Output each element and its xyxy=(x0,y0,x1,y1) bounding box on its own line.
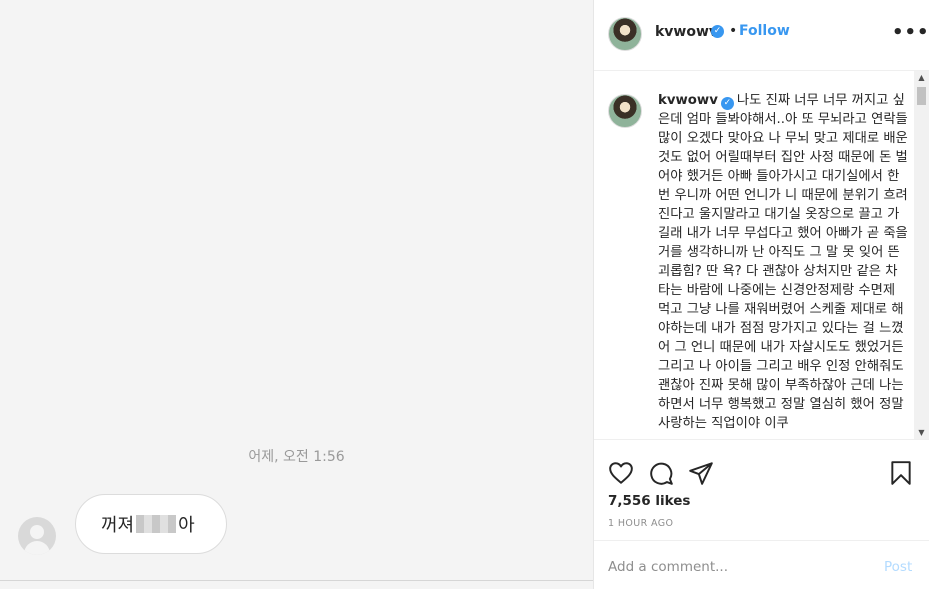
caption-username[interactable]: kvwowv xyxy=(658,93,718,108)
scroll-thumb[interactable] xyxy=(917,87,926,105)
post-comment-button[interactable]: Post xyxy=(884,559,912,575)
post-sidebar: kvwowv ✓ • Follow ••• kvwowv ✓ 나도 진짜 너무 너무… xyxy=(594,0,929,589)
scroll-down-arrow-icon[interactable]: ▼ xyxy=(914,428,929,437)
separator-dot: • xyxy=(729,23,738,39)
blurred-name xyxy=(136,515,177,533)
caption-avatar[interactable] xyxy=(608,94,642,128)
follow-button[interactable]: Follow xyxy=(739,23,790,39)
caption-section: kvwowv ✓ 나도 진짜 너무 너무 꺼지고 싶은데 엄마 들봐야해서..아 또… xyxy=(594,71,929,439)
message-bubble: 꺼져 아 xyxy=(75,494,227,554)
message-timestamp: 어제, 오전 1:56 xyxy=(248,449,345,465)
caption-body: 나도 진짜 너무 너무 꺼지고 싶은데 엄마 들봐야해서..아 또 무뇌라고 연… xyxy=(658,93,908,431)
bookmark-icon[interactable] xyxy=(888,460,914,486)
like-count[interactable]: 7,556 likes xyxy=(608,493,690,509)
message-text-end: 아 xyxy=(178,515,195,536)
comment-input[interactable] xyxy=(608,556,868,578)
divider-line xyxy=(0,580,593,581)
message-text-start: 꺼져 xyxy=(101,515,135,536)
sender-avatar xyxy=(18,517,56,555)
scroll-up-arrow-icon[interactable]: ▲ xyxy=(914,73,929,82)
verified-badge-icon: ✓ xyxy=(711,25,724,38)
caption-verified-badge-icon: ✓ xyxy=(720,97,734,110)
post-header: kvwowv ✓ • Follow ••• xyxy=(594,0,929,71)
more-options-icon[interactable]: ••• xyxy=(892,22,929,43)
profile-avatar[interactable] xyxy=(608,17,642,51)
post-time[interactable]: 1 HOUR AGO xyxy=(608,518,673,529)
post-actions: 7,556 likes 1 HOUR AGO Post xyxy=(594,439,929,590)
share-icon[interactable] xyxy=(688,460,714,486)
dm-screenshot-panel: 어제, 오전 1:56 꺼져 아 xyxy=(0,0,593,589)
heart-icon[interactable] xyxy=(608,460,634,486)
comment-icon[interactable] xyxy=(648,460,674,486)
caption-scrollbar[interactable]: ▲ ▼ xyxy=(914,71,929,439)
username-link[interactable]: kvwowv xyxy=(655,24,718,40)
caption-text: kvwowv ✓ 나도 진짜 너무 너무 꺼지고 싶은데 엄마 들봐야해서..아 또… xyxy=(658,91,910,433)
comment-bar: Post xyxy=(594,540,929,591)
